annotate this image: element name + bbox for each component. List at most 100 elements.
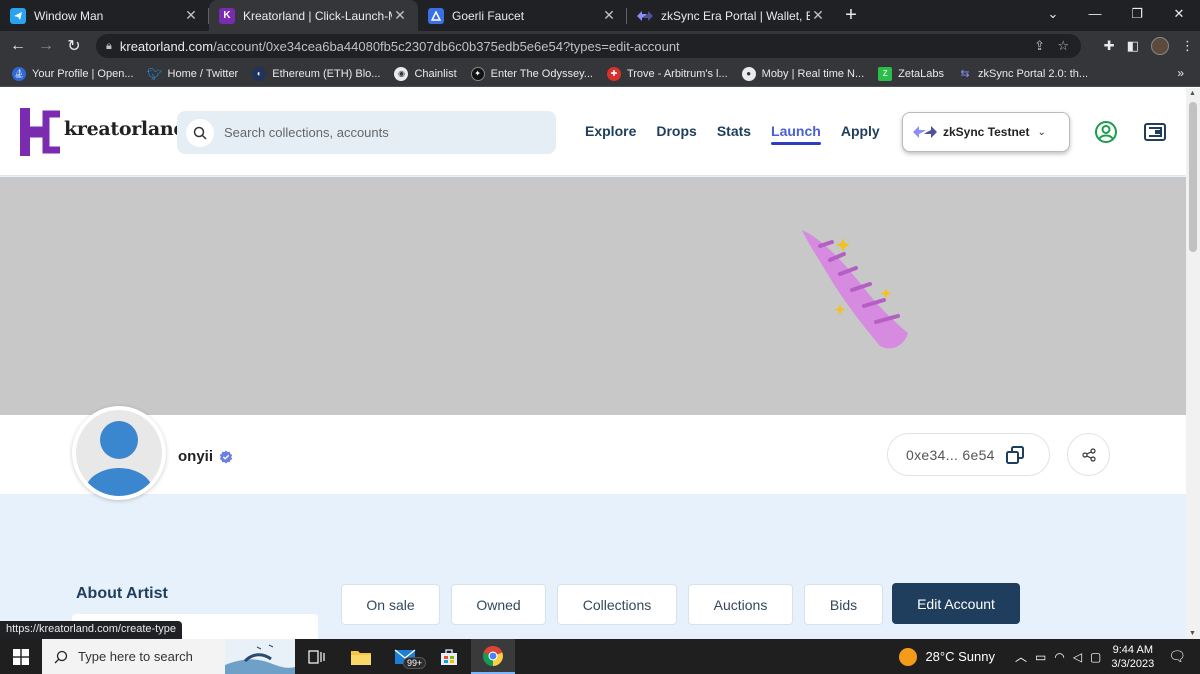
menu-kebab-icon[interactable]: ⋮ [1181, 38, 1194, 54]
volume-icon[interactable]: ◁ [1073, 650, 1082, 664]
share-button[interactable] [1067, 433, 1110, 476]
address-bar[interactable]: 🔒︎ kreatorland.com/account/0xe34cea6ba44… [96, 34, 1081, 58]
twitter-icon: 🐦︎ [146, 66, 163, 81]
link-status-bubble: https://kreatorland.com/create-type [0, 621, 182, 639]
nav-stats[interactable]: Stats [717, 123, 751, 139]
restore-button[interactable]: ❐ [1116, 0, 1158, 31]
minimize-button[interactable]: — [1074, 0, 1116, 31]
search-input[interactable] [224, 125, 524, 140]
user-placeholder-icon [85, 421, 153, 496]
globe-icon: ◉ [394, 66, 409, 81]
clock-time: 9:44 AM [1112, 643, 1153, 656]
nav-drops[interactable]: Drops [656, 123, 696, 139]
filter-on-sale-button[interactable]: On sale [341, 584, 440, 625]
wifi-icon[interactable]: ◠ [1054, 650, 1064, 664]
window-controls: ⌄ — ❐ ✕ [1032, 0, 1200, 31]
notification-icon[interactable]: 🗨︎ [1168, 648, 1186, 665]
zksync-icon [637, 8, 653, 24]
side-panel-icon[interactable]: ◧ [1127, 38, 1139, 54]
url-text[interactable]: kreatorland.com/account/0xe34cea6ba44080… [120, 39, 680, 54]
bookmark-item[interactable]: ◐ Ethereum (ETH) Blo... [252, 66, 380, 81]
search-icon[interactable] [186, 118, 214, 147]
bookmark-item[interactable]: ⛵︎ Your Profile | Open... [12, 66, 134, 81]
close-icon[interactable]: ✕ [183, 7, 199, 24]
browser-tab-zksync-portal[interactable]: zkSync Era Portal | Wallet, Bridge ✕ [627, 0, 836, 31]
filter-owned-button[interactable]: Owned [451, 584, 546, 625]
forward-arrow-icon[interactable]: → [32, 37, 60, 55]
taskbar-clock[interactable]: 9:44 AM 3/3/2023 [1111, 643, 1154, 671]
page-scrollbar[interactable]: ▲ ▼ [1186, 88, 1200, 639]
browser-tab-goerli-faucet[interactable]: Goerli Faucet ✕ [418, 0, 627, 31]
browser-tab-window-man[interactable]: Window Man ✕ [0, 0, 209, 31]
filter-collections-button[interactable]: Collections [557, 584, 677, 625]
taskbar-search-text: Type here to search [78, 649, 193, 664]
search-bar[interactable] [177, 111, 556, 154]
profile-banner [0, 177, 1186, 415]
bookmark-item[interactable]: ⇆ zkSync Portal 2.0: th... [958, 67, 1088, 81]
profile-avatar-icon[interactable] [1151, 37, 1169, 55]
network-selector[interactable]: zkSync Testnet ⌄ [902, 112, 1070, 152]
wallet-icon[interactable] [1143, 120, 1167, 144]
new-tab-button[interactable]: + [836, 0, 866, 31]
battery-icon[interactable]: ▭ [1035, 650, 1046, 664]
bookmark-item[interactable]: ● Moby | Real time N... [741, 66, 864, 81]
user-account-icon[interactable] [1094, 120, 1118, 144]
about-artist-heading: About Artist [76, 585, 168, 602]
share-icon [1081, 447, 1096, 462]
task-view-button[interactable] [295, 639, 339, 674]
back-arrow-icon[interactable]: ← [4, 37, 32, 55]
camera-icon[interactable]: ▢ [1090, 650, 1101, 664]
avatar[interactable] [72, 406, 166, 500]
nav-apply[interactable]: Apply [841, 123, 880, 139]
bookmark-item[interactable]: Z ZetaLabs [878, 66, 944, 81]
lock-icon[interactable]: 🔒︎ [106, 40, 112, 53]
file-explorer-button[interactable] [339, 639, 383, 674]
nav-launch[interactable]: Launch [771, 123, 821, 145]
alchemy-icon [428, 7, 444, 24]
tab-title: zkSync Era Portal | Wallet, Bridge [661, 8, 810, 23]
logo-text: kreatorland [64, 118, 187, 140]
bookmarks-overflow-icon[interactable]: » [1177, 66, 1184, 80]
bookmark-star-icon[interactable]: ☆ [1057, 38, 1069, 54]
scroll-up-icon[interactable]: ▲ [1189, 90, 1196, 97]
tab-title: Goerli Faucet [452, 8, 525, 23]
chrome-taskbar-button[interactable] [471, 639, 515, 674]
scroll-down-icon[interactable]: ▼ [1189, 630, 1196, 637]
nav-explore[interactable]: Explore [585, 123, 636, 139]
browser-tab-kreatorland[interactable]: K Kreatorland | Click-Launch-Mint I ✕ [209, 0, 418, 31]
sun-weather-icon[interactable] [899, 647, 918, 666]
trove-icon: ✚ [606, 66, 621, 81]
site-logo[interactable]: kreatorland [20, 108, 187, 156]
close-icon[interactable]: ✕ [601, 7, 617, 24]
extensions-puzzle-icon[interactable]: ✚ [1104, 38, 1115, 54]
copy-icon[interactable] [1005, 445, 1025, 465]
bookmark-item[interactable]: ✦ Enter The Odyssey... [470, 66, 593, 81]
wallet-address: 0xe34... 6e54 [906, 446, 995, 463]
close-icon[interactable]: ✕ [392, 7, 408, 24]
bookmark-item[interactable]: 🐦︎ Home / Twitter [146, 66, 238, 81]
tab-search-icon[interactable]: ⌄ [1032, 0, 1074, 31]
edit-account-button[interactable]: Edit Account [892, 583, 1020, 624]
filter-bids-button[interactable]: Bids [804, 584, 883, 625]
url-path: /account/0xe34cea6ba44080fb5c2307db6c0b3… [213, 38, 680, 54]
close-icon[interactable]: ✕ [810, 7, 826, 24]
bookmark-item[interactable]: ◉ Chainlist [394, 66, 457, 81]
windows-taskbar: Type here to search 99+ 28°C Sunny ︿ ▭ ◠… [0, 639, 1200, 674]
tab-title: Window Man [34, 8, 104, 23]
windows-start-button[interactable] [0, 639, 42, 674]
weather-text[interactable]: 28°C Sunny [925, 649, 995, 664]
zksync-icon: ⇆ [960, 68, 970, 80]
store-button[interactable] [427, 639, 471, 674]
bookmark-item[interactable]: ✚ Trove - Arbitrum's l... [606, 66, 728, 81]
scrollbar-thumb[interactable] [1189, 102, 1197, 252]
mail-button[interactable]: 99+ [383, 639, 427, 674]
site-header: kreatorland Explore Drops Stats Launch A… [0, 88, 1186, 176]
close-window-button[interactable]: ✕ [1158, 0, 1200, 31]
filter-auctions-button[interactable]: Auctions [688, 584, 793, 625]
verified-badge-icon [219, 450, 233, 463]
chevron-up-icon[interactable]: ︿ [1015, 648, 1027, 665]
taskbar-search-box[interactable]: Type here to search [42, 639, 295, 674]
share-page-icon[interactable]: ⇪ [1034, 38, 1045, 54]
wallet-address-pill[interactable]: 0xe34... 6e54 [887, 433, 1050, 476]
reload-icon[interactable]: ↻ [60, 36, 88, 56]
